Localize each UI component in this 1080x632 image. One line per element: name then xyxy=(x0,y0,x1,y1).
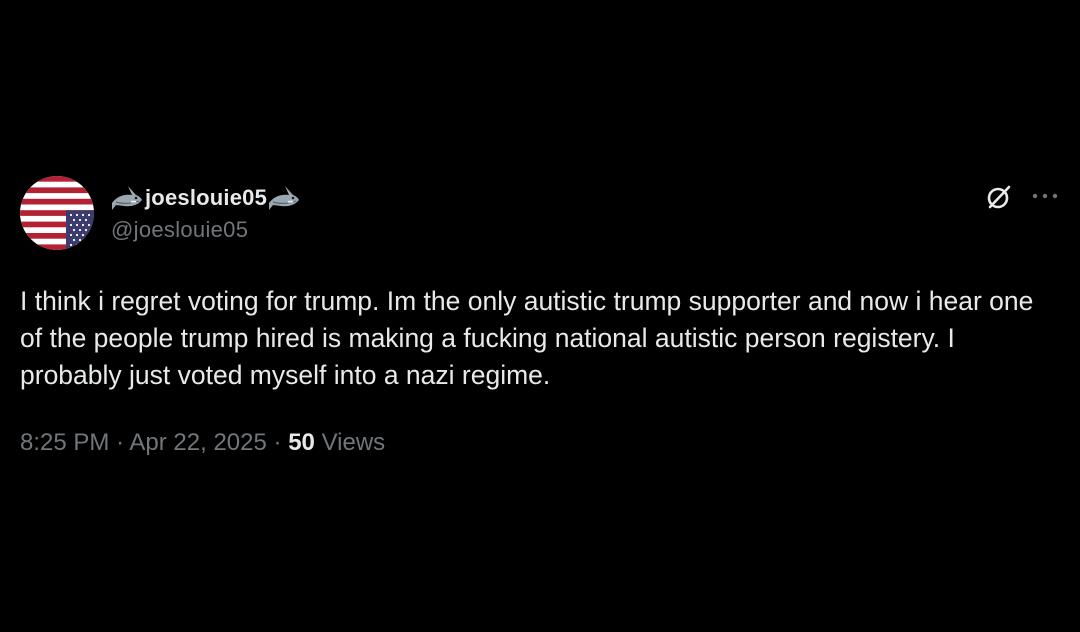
tweet-header: joeslouie05 @joeslouie05 xyxy=(20,176,1060,252)
display-name[interactable]: joeslouie05 xyxy=(111,182,300,214)
avatar[interactable] xyxy=(20,176,94,250)
handle[interactable]: @joeslouie05 xyxy=(111,217,300,243)
separator-dot: · xyxy=(273,429,282,456)
more-options-icon[interactable] xyxy=(1030,190,1060,202)
display-name-text[interactable]: joeslouie05 xyxy=(145,185,267,211)
tweet-time[interactable]: 8:25 PM xyxy=(20,429,109,456)
tweet: joeslouie05 @joeslouie05 I think i regre… xyxy=(20,176,1060,457)
tweet-date[interactable]: Apr 22, 2025 xyxy=(129,429,266,456)
author-names[interactable]: joeslouie05 @joeslouie05 xyxy=(111,182,300,243)
separator-dot: · xyxy=(116,429,125,456)
views-label: Views xyxy=(321,429,386,456)
tweet-metadata: 8:25 PM · Apr 22, 2025 · 50 Views xyxy=(20,429,1060,457)
shark-icon xyxy=(112,186,142,210)
views-count: 50 xyxy=(288,429,315,456)
tweet-text: I think i regret voting for trump. Im th… xyxy=(20,286,1034,390)
grok-icon[interactable] xyxy=(984,182,1014,212)
us-flag-avatar-icon xyxy=(20,176,94,250)
shark-icon xyxy=(269,186,300,210)
